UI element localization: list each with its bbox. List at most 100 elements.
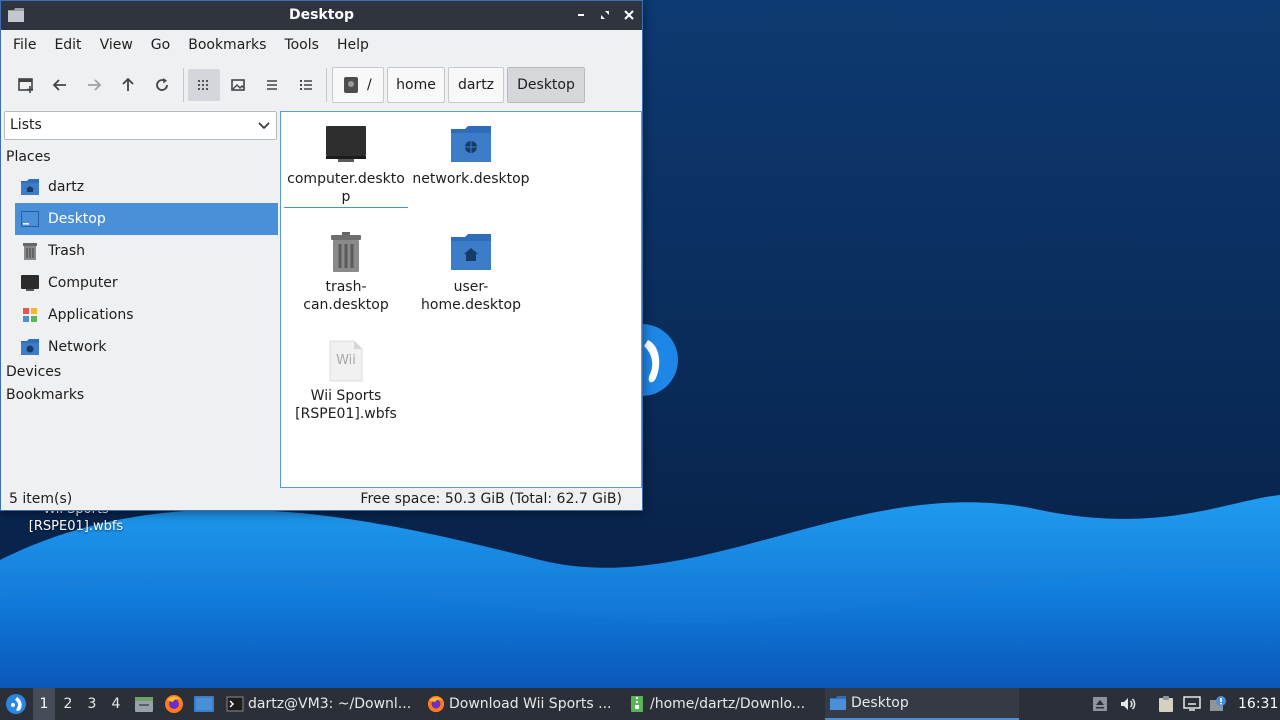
sidebar-item-desktop[interactable]: Desktop [15,203,278,235]
sidebar-item-trash[interactable]: Trash [15,235,278,267]
sidebar-item-computer[interactable]: Computer [15,267,278,299]
home-folder-icon [19,176,41,198]
file-item-network[interactable]: network.desktop [409,120,533,188]
maximize-icon [601,11,609,19]
tray-eject-button[interactable] [1090,688,1110,720]
tray-updates-button[interactable] [1208,688,1228,720]
computer-icon [19,272,41,294]
file-item-user-home[interactable]: user- home.desktop [409,228,533,314]
menu-tools[interactable]: Tools [275,30,328,60]
task-label: Desktop [851,695,909,711]
clipboard-icon [1159,696,1173,712]
toolbar-separator [183,68,184,102]
tray-volume-button[interactable] [1118,688,1138,720]
desktop-icon [19,208,41,230]
breadcrumb-root[interactable]: / [332,67,384,103]
desktop-switcher-2[interactable]: 2 [57,688,79,720]
file-label: Wii Sports [RSPE01].wbfs [295,388,397,422]
menu-help[interactable]: Help [328,30,378,60]
task-archiver[interactable]: /home/dartz/Downlo... [624,688,820,720]
network-icon [1183,696,1201,711]
icon-view-button[interactable] [188,69,220,101]
task-firefox[interactable]: Download Wii Sports ... [423,688,621,720]
sidebar-item-label: dartz [48,179,85,195]
close-button[interactable] [622,6,636,24]
menu-bookmarks[interactable]: Bookmarks [179,30,275,60]
new-tab-button[interactable] [10,69,42,101]
firefox-icon [165,695,183,713]
task-label: Download Wii Sports ... [449,696,612,712]
tray-network-button[interactable] [1182,688,1202,720]
window-titlebar[interactable]: Desktop [1,1,642,30]
file-manager-icon [135,697,153,712]
menu-file[interactable]: File [4,30,45,60]
breadcrumb-dartz[interactable]: dartz [448,67,504,103]
back-button[interactable] [44,69,76,101]
menubar: File Edit View Go Bookmarks Tools Help [1,30,642,60]
side-pane-mode-select[interactable]: Lists [4,111,277,140]
grid-view-icon [198,80,208,90]
maximize-button[interactable] [598,6,612,24]
show-desktop-icon [194,696,214,712]
new-tab-icon [18,78,33,93]
toolbar: / home dartz Desktop [1,60,642,110]
desktop-switcher-4[interactable]: 4 [105,688,127,720]
task-label: /home/dartz/Downlo... [650,696,806,712]
compact-view-button[interactable] [256,69,288,101]
tray-clipboard-button[interactable] [1156,688,1176,720]
sidebar-item-network[interactable]: Network [15,331,278,363]
breadcrumb-home[interactable]: home [387,67,445,103]
bookmarks-header[interactable]: Bookmarks [6,387,84,403]
task-file-manager[interactable]: Desktop [825,688,1019,720]
sidebar-item-applications[interactable]: Applications [15,299,278,331]
sidebar-item-home[interactable]: dartz [15,171,278,203]
up-button[interactable] [112,69,144,101]
taskbar-clock[interactable]: 16:31 [1238,688,1278,720]
sidebar-item-label: Desktop [48,211,106,227]
firefox-icon [427,695,445,713]
item-count: 5 item(s) [9,491,73,507]
menu-view[interactable]: View [91,30,142,60]
list-view-icon [267,80,277,90]
reload-button[interactable] [146,69,178,101]
breadcrumb-desktop[interactable]: Desktop [507,67,585,103]
detailed-view-button[interactable] [290,69,322,101]
menu-edit[interactable]: Edit [45,30,90,60]
menu-go[interactable]: Go [142,30,179,60]
file-item-trash[interactable]: trash- can.desktop [284,228,408,314]
places-header[interactable]: Places [6,149,51,165]
devices-header[interactable]: Devices [6,364,61,380]
desktop-switcher-1[interactable]: 1 [33,688,55,720]
file-label: user- home.desktop [421,279,521,313]
thumbnail-view-button[interactable] [222,69,254,101]
archive-icon [628,695,646,713]
taskbar: 1 2 3 4 dartz@VM3: ~/Downl... Download W… [0,688,1280,720]
file-icon-view[interactable]: computer.deskto p network.desktop trash-… [280,111,642,488]
image-view-icon [231,79,245,91]
task-label: dartz@VM3: ~/Downl... [248,696,412,712]
sidebar-item-label: Network [48,339,107,355]
trash-icon [19,240,41,262]
file-item-wii-sports[interactable]: Wii Wii Sports [RSPE01].wbfs [284,337,408,423]
start-menu-button[interactable] [4,688,28,720]
folder-icon [829,694,847,712]
file-item-computer[interactable]: computer.deskto p [284,120,408,208]
volume-icon [1121,698,1136,710]
terminal-icon [226,695,244,713]
launcher-file-manager[interactable] [133,688,155,720]
file-label: trash- can.desktop [303,279,389,313]
launcher-firefox[interactable] [163,688,185,720]
launcher-show-desktop[interactable] [192,688,216,720]
file-label: network.desktop [412,171,530,187]
desktop-switcher-3[interactable]: 3 [81,688,103,720]
forward-button[interactable] [78,69,110,101]
free-space: Free space: 50.3 GiB (Total: 62.7 GiB) [360,491,622,507]
statusbar: 5 item(s) Free space: 50.3 GiB (Total: 6… [1,489,642,511]
minimize-button[interactable] [574,6,588,24]
wii-file-icon: Wii [284,337,408,385]
drive-icon [344,77,358,93]
task-terminal[interactable]: dartz@VM3: ~/Downl... [222,688,418,720]
wii-icon-text: Wii [336,353,356,368]
close-icon [624,10,634,20]
home-folder-icon [409,228,533,276]
